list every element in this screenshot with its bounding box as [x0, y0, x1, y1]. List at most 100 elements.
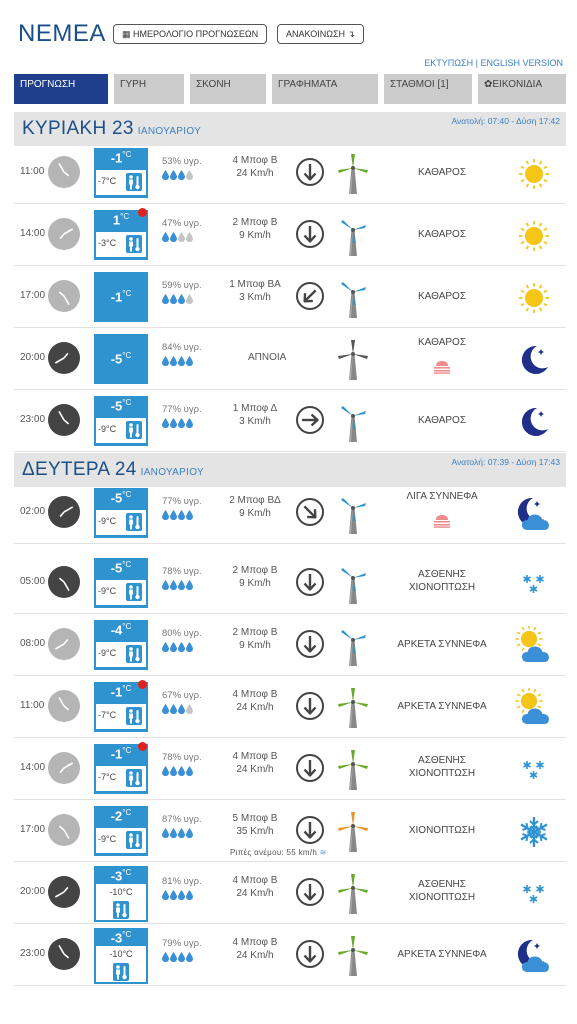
temperature-box: -5°C [94, 334, 148, 384]
row-time: 11:00 [20, 700, 45, 711]
wind-speed: 24 Km/h [236, 950, 274, 961]
row-time: 14:00 [20, 228, 46, 239]
wind-direction-icon [295, 753, 325, 783]
calendar-button-label: ΗΜΕΡΟΛΟΓΙΟ ΠΡΟΓΝΩΣΕΩΝ [133, 29, 259, 39]
forecast-row: 20:00 -3°C -10°C 81% υγρ. 4 Μποφ Β 24 Km/h ΑΣΘ… [14, 862, 566, 924]
temperature-max-value: -1 [110, 289, 123, 305]
calendar-button[interactable]: ▦ ΗΜΕΡΟΛΟΓΙΟ ΠΡΟΓΝΩΣΕΩΝ [113, 24, 268, 44]
clock-icon [48, 342, 80, 374]
temperature-max: -5°C [94, 490, 148, 505]
tab-forecast[interactable]: ΠΡΟΓΝΩΣΗ [14, 74, 108, 104]
humidity-text: 79% υγρ. [162, 938, 202, 949]
tab-dust-label: ΣΚΟΝΗ [196, 79, 231, 90]
temperature-max: -4°C [94, 622, 148, 637]
tab-graphs[interactable]: ΓΡΑΦΗΜΑΤΑ [272, 74, 378, 104]
temperature-max-value: -2 [110, 808, 123, 824]
feels-like-icon[interactable] [126, 583, 142, 601]
wind-direction-icon [295, 219, 325, 249]
feels-like-icon[interactable] [113, 963, 129, 981]
day-month: ΙΑΝΟΥΑΡΙΟΥ [137, 126, 202, 137]
tab-dust[interactable]: ΣΚΟΝΗ [190, 74, 266, 104]
wind-gust: Ριπές ανέμου: 55 km/h ≋ [230, 848, 327, 857]
tab-stations[interactable]: ΣΤΑΘΜΟΙ [1] [384, 74, 472, 104]
wind-turbine-icon [336, 935, 370, 977]
humidity-drops-icon [162, 828, 222, 840]
feels-like-icon[interactable] [126, 173, 142, 191]
moon-cloud-icon [514, 494, 554, 534]
wind-beaufort: 2 Μποφ Β [232, 627, 278, 638]
condition: ΛΙΓΑ ΣΥΝΝΕΦΑ [382, 490, 502, 503]
temperature-box: 1°C -3°C [94, 210, 148, 260]
wind-speed: 24 Km/h [236, 702, 274, 713]
wind-turbine-icon [336, 873, 370, 915]
degree-unit: °C [122, 622, 132, 631]
feels-like-icon[interactable] [126, 831, 142, 849]
clock-icon [48, 938, 80, 970]
wind-beaufort: 4 Μποφ Β [232, 937, 278, 948]
temperature-box: -5°C -9°C [94, 488, 148, 538]
temperature-max: -3°C [94, 930, 148, 945]
condition-line: ΚΑΘΑΡΟΣ [417, 291, 467, 302]
temperature-box: -4°C -9°C [94, 620, 148, 670]
humidity: 84% υγρ. [162, 342, 222, 368]
temperature-min: -10°C [109, 949, 133, 959]
forecast-row: 23:00 -5°C -9°C 77% υγρ. 1 Μποφ Δ 3 Km/h ΚΑΘΑΡ… [14, 390, 566, 452]
feels-like-icon[interactable] [126, 513, 142, 531]
wind-beaufort: 4 Μποφ Β [232, 751, 278, 762]
condition-line: ΑΣΘΕΝΗΣ [418, 569, 466, 580]
wind-info: 2 Μποφ Β 9 Km/h [224, 564, 286, 590]
temperature-lower: -9°C [96, 580, 146, 605]
tab-icons[interactable]: ✿ΕΙΚΟΝΙΔΙΑ [478, 74, 566, 104]
wind-info: 1 Μποφ ΒΑ 3 Km/h [224, 278, 286, 304]
feels-like-icon[interactable] [126, 769, 142, 787]
wind-beaufort: 4 Μποφ Β [232, 155, 278, 166]
humidity: 77% υγρ. [162, 404, 222, 430]
top-links: ΕΚΤΥΠΩΣΗ | ENGLISH VERSION [424, 58, 563, 68]
wind-speed: 3 Km/h [239, 292, 271, 303]
wind-info: 4 Μποφ Β 24 Km/h [224, 936, 286, 962]
temperature-box: -3°C -10°C [94, 928, 148, 984]
wind-speed: 35 Km/h [236, 826, 274, 837]
wind-beaufort: 2 Μποφ ΒΔ [229, 495, 281, 506]
humidity-text: 67% υγρ. [162, 690, 202, 701]
feels-like-icon[interactable] [126, 645, 142, 663]
humidity-drops-icon [162, 294, 222, 306]
condition-line: ΑΣΘΕΝΗΣ [418, 879, 466, 890]
temperature-max-value: -5 [110, 490, 123, 506]
humidity: 47% υγρ. [162, 218, 222, 244]
temperature-max-value: -4 [110, 622, 123, 638]
wind-info: 4 Μποφ Β 24 Km/h [224, 874, 286, 900]
temperature-max: -1°C [94, 289, 148, 304]
wind-direction-icon [295, 815, 325, 845]
wind-info: 2 Μποφ Β 9 Km/h [224, 216, 286, 242]
forecast-row: 05:00 -5°C -9°C 78% υγρ. 2 Μποφ Β 9 Km/h ΑΣΘΕΝ… [14, 552, 566, 614]
temperature-box: -3°C -10°C [94, 866, 148, 922]
tab-pollen[interactable]: ΓΥΡΗ [114, 74, 184, 104]
announcement-button[interactable]: ΑΝΑΚΟΙΝΩΣΗ ↴ [277, 24, 365, 44]
humidity: 59% υγρ. [162, 280, 222, 306]
temperature-lower: -7°C [96, 170, 146, 195]
wind-beaufort: 4 Μποφ Β [232, 875, 278, 886]
wind-beaufort: 1 Μποφ ΒΑ [229, 279, 281, 290]
row-time: 05:00 [20, 576, 46, 587]
temperature-lower: -9°C [96, 418, 146, 443]
temperature-box: -1°C -7°C [94, 744, 148, 794]
forecast-row: 08:00 -4°C -9°C 80% υγρ. 2 Μποφ Β 9 Km/h ΑΡΚΕΤ… [14, 614, 566, 676]
humidity-text: 78% υγρ. [162, 752, 202, 763]
temperature-min: -3°C [98, 238, 117, 248]
tab-bar: ΠΡΟΓΝΩΣΗ ΓΥΡΗ ΣΚΟΝΗ ΓΡΑΦΗΜΑΤΑ ΣΤΑΘΜΟΙ [1… [14, 74, 566, 104]
english-link[interactable]: ENGLISH VERSION [480, 58, 563, 68]
temperature-max-value: -5 [110, 560, 123, 576]
humidity-drops-icon [162, 418, 222, 430]
feels-like-icon[interactable] [126, 421, 142, 439]
print-link[interactable]: ΕΚΤΥΠΩΣΗ [424, 58, 473, 68]
feels-like-icon[interactable] [126, 235, 142, 253]
feels-like-icon[interactable] [113, 901, 129, 919]
feels-like-icon[interactable] [126, 707, 142, 725]
humidity-drops-icon [162, 766, 222, 778]
wind-turbine-icon [336, 563, 370, 605]
forecast-row: 23:00 -3°C -10°C 79% υγρ. 4 Μποφ Β 24 Km/h ΑΡΚ… [14, 924, 566, 986]
condition: ΧΙΟΝΟΠΤΩΣΗ [382, 824, 502, 837]
humidity-drops-icon [162, 356, 222, 368]
temperature-min: -9°C [98, 586, 117, 596]
